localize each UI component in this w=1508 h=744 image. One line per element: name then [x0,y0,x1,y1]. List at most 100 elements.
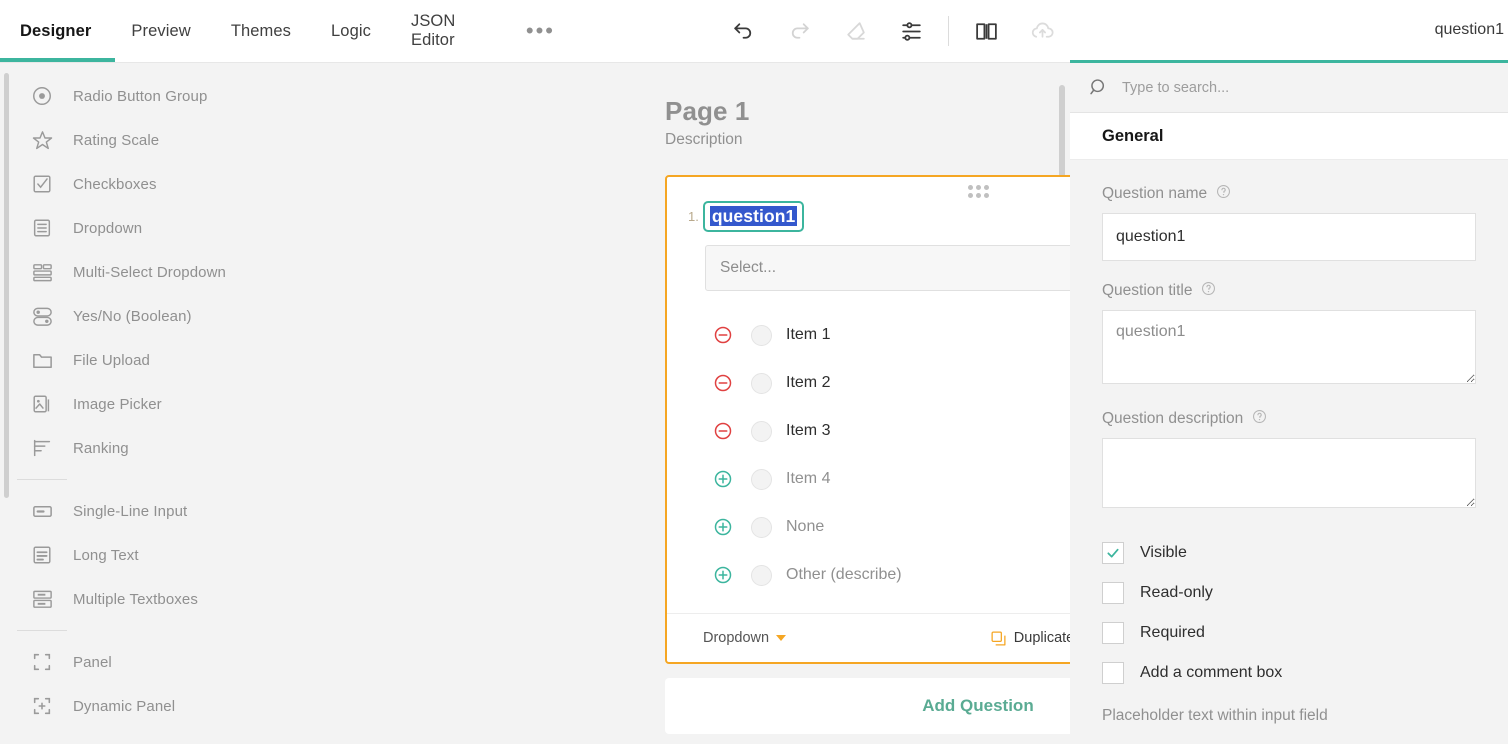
sidebar-item-image-picker[interactable]: Image Picker [0,382,332,426]
question-dropdown-preview[interactable]: Select... [705,245,1070,291]
sidebar-item-long-text[interactable]: Long Text [0,533,332,577]
help-icon[interactable] [1252,409,1267,429]
settings-button[interactable] [883,0,939,63]
sidebar-scrollbar[interactable] [4,73,9,498]
checkbox-box[interactable] [1102,622,1124,644]
checkbox-visible[interactable]: Visible [1102,533,1476,573]
sidebar-divider-2 [17,630,67,631]
clear-button[interactable] [827,0,883,63]
add-question-label: Add Question [922,696,1034,715]
remove-choice-icon[interactable] [713,325,733,345]
property-search-row[interactable] [1070,63,1508,113]
choice-row[interactable]: Other (describe) [713,551,1070,599]
checkbox-box[interactable] [1102,542,1124,564]
tab-logic-label: Logic [331,21,371,40]
tab-preview[interactable]: Preview [111,0,210,63]
page-title[interactable]: Page 1 [665,96,1070,127]
sidebar-item-yes-no-boolean[interactable]: Yes/No (Boolean) [0,294,332,338]
question-name-label-row: Question name [1102,184,1476,204]
question-actions: Duplicate Required Delete [990,630,1070,647]
multiple-textboxes-icon [28,585,56,613]
question-title-text: question1 [709,206,798,226]
choice-label[interactable]: Other (describe) [786,566,902,584]
choice-radio[interactable] [751,324,772,346]
choice-row[interactable]: Item 3 [713,407,1070,455]
add-question-button[interactable]: Add Question ••• [665,678,1070,734]
cloud-upload-icon [1031,22,1054,38]
add-choice-icon[interactable] [713,517,733,537]
sidebar-item-radio-button-group[interactable]: Radio Button Group [0,74,332,118]
toolbox-sidebar: Radio Button Group Rating Scale Checkbox… [0,63,332,744]
tab-overflow-menu[interactable]: ••• [508,0,573,63]
chevron-down-icon [776,635,787,641]
sidebar-item-panel[interactable]: Panel [0,640,332,684]
tab-logic[interactable]: Logic [311,0,391,63]
checkbox-box[interactable] [1102,662,1124,684]
question-footer: Dropdown Duplicate Required [667,613,1070,662]
sidebar-item-rating-scale[interactable]: Rating Scale [0,118,332,162]
choice-label[interactable]: Item 2 [786,374,830,392]
field-question-description: Question description [1102,409,1476,513]
choice-label[interactable]: None [786,518,824,536]
choice-radio[interactable] [751,564,772,586]
choices-list: Item 1 Item 2 Item 3 Item 4 None Other (… [667,311,1070,599]
question-title-textarea[interactable] [1102,310,1476,384]
tab-designer[interactable]: Designer [0,0,111,63]
checkbox-label: Add a comment box [1140,664,1283,681]
sidebar-item-checkboxes[interactable]: Checkboxes [0,162,332,206]
question-card[interactable]: 1. question1 Select... Item 1 Item 2 Ite… [665,175,1070,664]
choice-radio[interactable] [751,468,772,490]
preview-book-button[interactable] [958,0,1014,63]
upload-button[interactable] [1014,0,1070,63]
add-choice-icon[interactable] [713,565,733,585]
question-type-selector[interactable]: Dropdown [703,630,787,646]
image-icon [28,390,56,418]
sidebar-item-single-line-input[interactable]: Single-Line Input [0,489,332,533]
remove-choice-icon[interactable] [713,373,733,393]
property-section-general[interactable]: General [1070,113,1508,160]
page-header: Page 1 Description [665,96,1070,149]
undo-button[interactable] [715,0,771,63]
choice-radio[interactable] [751,516,772,538]
tab-themes[interactable]: Themes [211,0,311,63]
remove-choice-icon[interactable] [713,421,733,441]
choice-label[interactable]: Item 3 [786,422,830,440]
sidebar-item-dropdown[interactable]: Dropdown [0,206,332,250]
choice-row[interactable]: Item 4 [713,455,1070,503]
drag-handle[interactable] [667,185,1070,198]
checkbox-add-comment-box[interactable]: Add a comment box [1102,653,1476,693]
help-icon[interactable] [1201,281,1216,301]
choice-row[interactable]: Item 1 [713,311,1070,359]
choice-radio[interactable] [751,420,772,442]
sidebar-item-multi-select-dropdown[interactable]: Multi-Select Dropdown [0,250,332,294]
sidebar-item-label: Rating Scale [73,131,160,149]
choice-radio[interactable] [751,372,772,394]
sidebar-item-dynamic-panel[interactable]: Dynamic Panel [0,684,332,728]
duplicate-button[interactable]: Duplicate [990,630,1070,647]
long-text-icon [28,541,56,569]
search-input[interactable] [1122,79,1422,96]
redo-button[interactable] [771,0,827,63]
choice-label[interactable]: Item 1 [786,326,830,344]
checkbox-required[interactable]: Required [1102,613,1476,653]
question-title-editor[interactable]: question1 [702,201,805,232]
toggle-icon [28,302,56,330]
page-description[interactable]: Description [665,131,1070,149]
sidebar-item-ranking[interactable]: Ranking [0,426,332,470]
choice-row[interactable]: None [713,503,1070,551]
sidebar-item-file-upload[interactable]: File Upload [0,338,332,382]
property-panel-title: question1 [1434,21,1504,38]
question-description-textarea[interactable] [1102,438,1476,508]
add-choice-icon[interactable] [713,469,733,489]
book-preview-icon [975,22,997,40]
help-icon[interactable] [1216,184,1231,204]
choice-row[interactable]: Item 2 [713,359,1070,407]
sidebar-item-multiple-textboxes[interactable]: Multiple Textboxes [0,577,332,621]
question-name-input[interactable] [1102,213,1476,261]
choice-label[interactable]: Item 4 [786,470,830,488]
checkbox-read-only[interactable]: Read-only [1102,573,1476,613]
tab-json-editor[interactable]: JSON Editor [391,0,508,63]
tab-themes-label: Themes [230,21,292,40]
checkbox-box[interactable] [1102,582,1124,604]
question-description-label-row: Question description [1102,409,1476,429]
